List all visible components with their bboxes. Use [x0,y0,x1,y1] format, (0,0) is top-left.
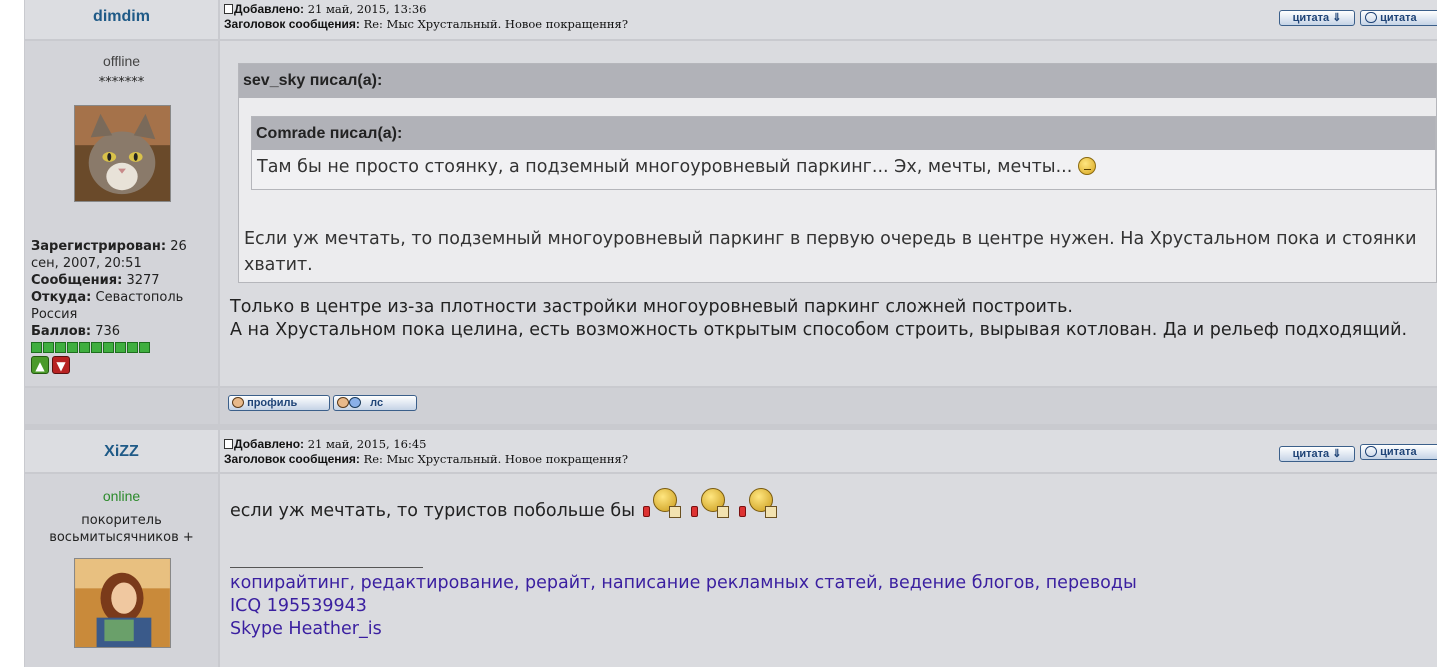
thumbs-up-icon[interactable]: ▲ [31,356,49,374]
post-text: Только в центре из-за плотности застройк… [230,296,1427,342]
post-meta: Добавлено: 21 май, 2015, 13:36 Заголовок… [224,2,628,32]
avatar[interactable] [74,558,171,648]
beer-smiley-icon [689,486,733,520]
nested-quote-text: Там бы не просто стоянку, а подземный мн… [257,157,1073,177]
nested-quote-block: Comrade писал(а): Там бы не просто стоян… [251,116,1436,190]
post-icon [224,4,233,14]
quote-author: sev_sky писал(а): [239,64,1436,98]
private-message-button[interactable]: лс [333,395,417,411]
quote-bubble-icon [1365,12,1377,23]
avatar[interactable] [74,105,171,202]
post-author-header: dimdim [25,0,218,39]
signature-line: ICQ 195539943 [230,596,367,616]
post-icon [224,439,233,449]
post-text-line: если уж мечтать, то туристов побольше бы [230,501,636,521]
signature-line: Skype Heather_is [230,619,382,639]
post: dimdim Добавлено: 21 май, 2015, 13:36 За… [24,0,1437,426]
user-icon [232,397,244,408]
thumbs-down-icon[interactable]: ▼ [52,356,70,374]
post-footer: профиль лс [220,388,1437,424]
forum-thread: dimdim Добавлено: 21 май, 2015, 13:36 За… [24,0,1437,667]
sad-smiley-icon [1077,157,1096,175]
quote-button[interactable]: цитата ⇓ [1279,10,1355,26]
added-label: Добавлено: [234,437,305,451]
multiquote-button-label: цитата [1380,446,1417,458]
post-text-line: Только в центре из-за плотности застройк… [230,297,1073,317]
quote-bubble-icon [1365,446,1377,457]
quote-button-label: цитата [1292,12,1330,24]
post-subject: Re: Мыс Хрустальный. Новое покращення? [363,452,628,466]
added-label: Добавлено: [234,2,305,16]
location-label: Откуда: [31,290,92,305]
post-body: если уж мечтать, то туристов побольше бы… [220,474,1437,667]
user-rank: ******* [98,75,145,90]
profile-button[interactable]: профиль [228,395,330,411]
username[interactable]: XiZZ [25,443,218,461]
quote-block: sev_sky писал(а): Comrade писал(а): Там … [238,63,1437,283]
quote-button[interactable]: цитата ⇓ [1279,446,1355,462]
post-subject: Re: Мыс Хрустальный. Новое покращення? [363,17,628,31]
post-date: 21 май, 2015, 16:45 [307,437,427,451]
post-footer-left [25,388,218,424]
multiquote-button[interactable]: цитата [1360,444,1437,460]
signature: копирайтинг, редактирование, рерайт, нап… [230,567,1427,641]
online-status: offline [102,53,141,69]
reputation-bar [31,342,216,353]
messages-label: Сообщения: [31,273,123,288]
signature-line: копирайтинг, редактирование, рерайт, нап… [230,573,1137,593]
user-stats: Зарегистрирован: 26 сен, 2007, 20:51 Соо… [31,238,216,374]
message-count: 3277 [126,273,160,288]
points: 736 [95,324,121,339]
user-rank: покоритель восьмитысячников + [49,513,194,545]
post-text-line: А на Хрустальном пока целина, есть возмо… [230,320,1408,340]
users-icon-2 [349,397,361,408]
post-header: Добавлено: 21 май, 2015, 13:36 Заголовок… [220,0,1437,39]
points-label: Баллов: [31,324,92,339]
quote-text: Если уж мечтать, то подземный многоуровн… [244,229,1417,275]
post-header: Добавлено: 21 май, 2015, 16:45 Заголовок… [220,430,1437,472]
username[interactable]: dimdim [25,8,218,26]
subject-label: Заголовок сообщения: [224,452,360,466]
post-date: 21 май, 2015, 13:36 [307,2,427,16]
nested-quote-author: Comrade писал(а): [252,117,1435,150]
chevron-down-icon: ⇓ [1332,448,1342,460]
subject-label: Заголовок сообщения: [224,17,360,31]
reputation-vote: ▲ ▼ [31,356,216,374]
profile-button-label: профиль [247,397,298,409]
author-profile: offline ******* Зарегистрирован: 26 сен,… [25,41,218,386]
multiquote-button-label: цитата [1380,12,1417,24]
multiquote-button[interactable]: цитата [1360,10,1437,26]
author-profile: online покоритель восьмитысячников + [25,474,218,667]
users-icon [337,397,349,408]
chevron-down-icon: ⇓ [1332,12,1342,24]
online-status: online [102,488,141,504]
beer-smiley-icon [641,486,685,520]
private-message-button-label: лс [370,397,384,409]
registered-label: Зарегистрирован: [31,239,167,254]
post: XiZZ Добавлено: 21 май, 2015, 16:45 Заго… [24,430,1437,667]
signature-divider [230,567,423,568]
quote-button-label: цитата [1292,448,1330,460]
beer-smiley-icon [737,486,781,520]
post-author-header: XiZZ [25,430,218,472]
post-body: sev_sky писал(а): Comrade писал(а): Там … [220,41,1437,386]
post-meta: Добавлено: 21 май, 2015, 16:45 Заголовок… [224,437,628,467]
post-text: если уж мечтать, то туристов побольше бы [230,486,1427,523]
